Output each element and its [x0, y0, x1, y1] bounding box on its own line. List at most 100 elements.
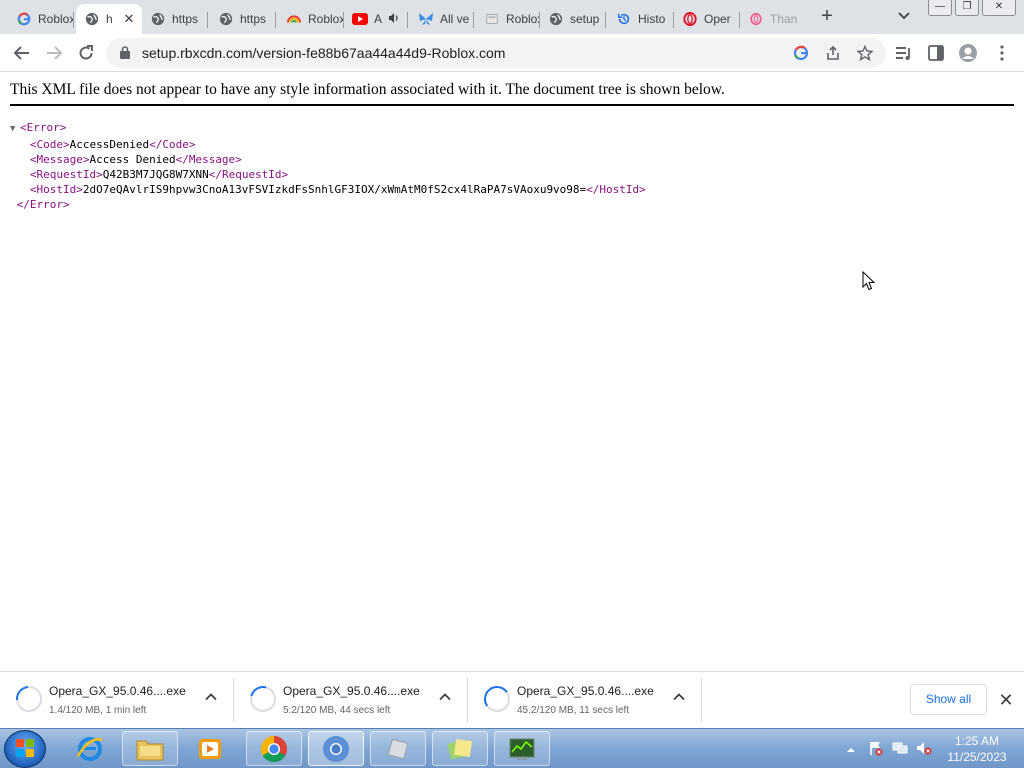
download-status: 5.2/120 MB, 44 secs left: [283, 705, 391, 716]
tab-search-button[interactable]: [894, 8, 914, 26]
tab-label: Roblox: [506, 12, 540, 26]
download-item[interactable]: Opera_GX_95.0.46....exe 45.2/120 MB, 11 …: [468, 672, 702, 728]
browser-toolbar: setup.rbxcdn.com/version-fe88b67aa44a44d…: [0, 34, 1024, 72]
youtube-icon: [352, 11, 368, 27]
history-icon: [616, 11, 632, 27]
profile-avatar-icon[interactable]: [958, 43, 978, 63]
xml-error-close-line: </Error>: [10, 197, 646, 212]
chevron-up-icon[interactable]: [438, 690, 454, 706]
xml-code-line: <Code>AccessDenied</Code>: [10, 137, 646, 152]
xml-value: Q42B3M7JQG8W7XNN: [102, 168, 209, 181]
side-panel-icon[interactable]: [926, 43, 946, 63]
tab-separator: [473, 12, 474, 28]
close-window-button[interactable]: ✕: [982, 0, 1016, 16]
google-lens-icon[interactable]: [792, 44, 810, 62]
tab-label: A: [374, 12, 383, 26]
start-button[interactable]: [4, 730, 46, 768]
close-tab-icon[interactable]: ✕: [122, 12, 136, 26]
media-control-icon[interactable]: [894, 43, 914, 63]
close-shelf-icon[interactable]: ✕: [996, 690, 1016, 710]
tab-setup[interactable]: setup: [540, 4, 606, 34]
taskbar-clock[interactable]: 1:25 AM 11/25/2023: [935, 733, 1019, 765]
globe-icon: [150, 11, 166, 27]
tab-separator: [207, 12, 208, 28]
tab-roblox-doc[interactable]: Roblox: [476, 4, 540, 34]
tab-https-2[interactable]: https: [210, 4, 276, 34]
share-icon[interactable]: [824, 44, 842, 62]
download-filename: Opera_GX_95.0.46....exe: [517, 684, 654, 698]
show-all-button[interactable]: Show all: [910, 684, 987, 715]
lock-icon[interactable]: [120, 46, 130, 64]
download-status: 45.2/120 MB, 11 secs left: [517, 705, 630, 716]
globe-icon: [548, 11, 564, 27]
tab-youtube[interactable]: A: [344, 4, 408, 34]
xml-error-open-line: ▼ <Error>: [10, 120, 646, 137]
sticky-notes-icon[interactable]: [432, 731, 488, 766]
roblox-icon[interactable]: [370, 731, 426, 766]
show-hidden-icons-icon[interactable]: [846, 742, 856, 760]
task-manager-icon[interactable]: [494, 731, 550, 766]
chrome-icon[interactable]: [308, 731, 364, 766]
tab-opera-gx[interactable]: Than: [740, 4, 800, 34]
window-controls: — ❐ ✕: [928, 0, 1019, 18]
network-icon[interactable]: [892, 740, 908, 761]
maximize-button[interactable]: ❐: [955, 0, 979, 16]
tab-roblox-google[interactable]: Roblox: [8, 4, 74, 34]
download-item[interactable]: Opera_GX_95.0.46....exe 5.2/120 MB, 44 s…: [234, 672, 468, 728]
tab-roblox-rainbow[interactable]: Roblox: [278, 4, 344, 34]
tab-label: Oper: [704, 12, 731, 26]
collapse-triangle-icon[interactable]: ▼: [10, 122, 20, 137]
tab-label: All ve: [440, 12, 470, 26]
progress-arc: [10, 680, 48, 718]
xml-tag: <Code>: [29, 138, 70, 151]
action-center-icon[interactable]: [868, 740, 884, 761]
xml-value: AccessDenied: [69, 138, 150, 151]
tab-label: Roblox: [38, 12, 74, 26]
volume-muted-icon[interactable]: [916, 740, 932, 761]
internet-explorer-icon[interactable]: [62, 731, 118, 766]
chevron-up-icon[interactable]: [672, 690, 688, 706]
xml-document-tree: ▼ <Error> <Code>AccessDenied</Code> <Mess…: [10, 120, 646, 212]
reload-button[interactable]: [74, 41, 98, 65]
tab-label: setup: [570, 12, 600, 26]
forward-button[interactable]: [42, 41, 66, 65]
chrome-icon[interactable]: [246, 731, 302, 766]
tab-all-versions[interactable]: All ve: [410, 4, 474, 34]
opera-icon: [682, 11, 698, 27]
new-tab-button[interactable]: +: [814, 6, 840, 28]
xml-tag: </Message>: [175, 153, 242, 166]
tab-active[interactable]: h ✕: [76, 4, 142, 34]
url-text: setup.rbxcdn.com/version-fe88b67aa44a44d…: [142, 45, 506, 61]
minimize-button[interactable]: —: [928, 0, 952, 16]
download-shelf: Opera_GX_95.0.46....exe 1.4/120 MB, 1 mi…: [0, 671, 1024, 728]
download-separator: [701, 678, 702, 722]
tab-https-1[interactable]: https: [142, 4, 208, 34]
bookmark-star-icon[interactable]: [856, 44, 874, 62]
download-filename: Opera_GX_95.0.46....exe: [49, 684, 186, 698]
clock-time: 1:25 AM: [954, 734, 1000, 748]
tab-history[interactable]: Histo: [608, 4, 674, 34]
audio-playing-icon[interactable]: [388, 12, 400, 27]
download-filename: Opera_GX_95.0.46....exe: [283, 684, 420, 698]
tab-label: Roblox: [308, 12, 344, 26]
butterfly-icon: [418, 11, 434, 27]
chevron-up-icon[interactable]: [204, 690, 220, 706]
tab-opera[interactable]: Oper: [674, 4, 740, 34]
media-player-icon[interactable]: [182, 731, 238, 766]
back-button[interactable]: [10, 41, 34, 65]
xml-tag: <Error>: [20, 121, 67, 134]
menu-kebab-icon[interactable]: [992, 43, 1012, 63]
download-progress-ring: [245, 681, 281, 717]
windows-logo-icon: [16, 739, 34, 757]
xml-message-line: <Message>Access Denied</Message>: [10, 152, 646, 167]
progress-arc: [481, 683, 513, 715]
address-bar[interactable]: setup.rbxcdn.com/version-fe88b67aa44a44d…: [106, 38, 886, 68]
download-item[interactable]: Opera_GX_95.0.46....exe 1.4/120 MB, 1 mi…: [0, 672, 234, 728]
xml-tag: </Code>: [149, 138, 196, 151]
tab-separator: [407, 12, 408, 28]
tab-label: h: [106, 12, 113, 26]
clock-date: 11/25/2023: [947, 750, 1007, 764]
tab-label: https: [240, 12, 267, 26]
rainbow-icon: [286, 11, 302, 27]
file-explorer-icon[interactable]: [122, 731, 178, 766]
